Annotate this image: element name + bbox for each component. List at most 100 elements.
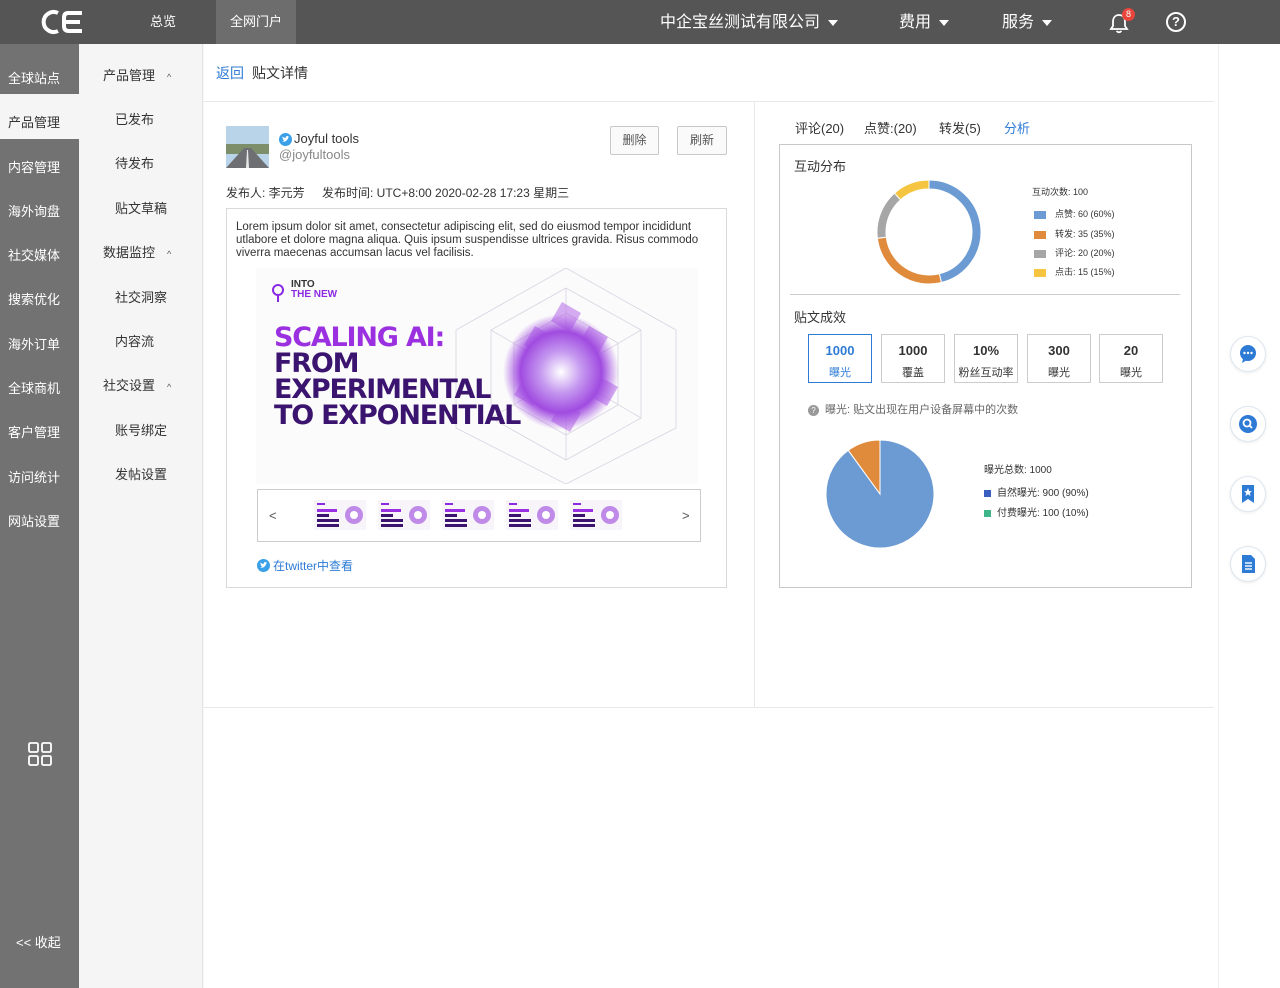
donut-slice — [928, 179, 982, 284]
stat-label: 粉丝互动率 — [958, 367, 1014, 379]
sidebar-item-product-management[interactable]: 产品管理 — [0, 94, 79, 139]
floating-toolbar — [1218, 44, 1280, 988]
search-icon — [1239, 415, 1257, 433]
chat-button[interactable] — [1230, 336, 1266, 372]
sidebar-item-global-sites[interactable]: 全球站点 — [0, 50, 79, 94]
tab-comments[interactable]: 评论(20) — [795, 118, 844, 137]
sub-item-drafts[interactable]: 贴文草稿 — [115, 198, 167, 217]
thumbnail-image — [445, 503, 491, 527]
legend-label: 付费曝光: 100 (10%) — [997, 508, 1089, 519]
thumbnail[interactable] — [570, 500, 622, 530]
twitter-icon — [279, 133, 292, 146]
document-button[interactable] — [1230, 546, 1266, 582]
sidebar-sub: 产品管理 ^ 已发布 待发布 贴文草稿 数据监控 ^ 社交洞察 内容流 社交设置 ^ … — [79, 44, 203, 988]
interaction-title: 互动分布 — [794, 159, 847, 174]
account-handle: @joyfultools — [279, 147, 351, 162]
tab-shares[interactable]: 转发(5) — [939, 118, 981, 137]
search-button[interactable] — [1230, 406, 1266, 442]
thumbnail[interactable] — [314, 500, 366, 530]
thumb-next-button[interactable]: > — [682, 508, 690, 523]
chevron-down-icon — [1042, 19, 1053, 26]
thumbnail-image — [317, 503, 363, 527]
sub-item-account-binding[interactable]: 账号绑定 — [115, 420, 167, 439]
collapse-sidebar-button[interactable]: << 收起 — [16, 932, 61, 951]
legend-swatch — [984, 509, 991, 517]
sub-item-published[interactable]: 已发布 — [115, 109, 154, 128]
tab-overview[interactable]: 总览 — [130, 0, 196, 44]
ce-logo-icon[interactable] — [38, 8, 88, 36]
banner-tag-line: THE NEW — [291, 289, 338, 300]
sidebar-item-content-management[interactable]: 内容管理 — [0, 139, 79, 183]
services-menu[interactable]: 服务 — [1002, 0, 1053, 44]
sidebar-item-site-settings[interactable]: 网站设置 — [0, 493, 79, 537]
tab-web-portal[interactable]: 全网门户 — [216, 0, 296, 44]
sidebar-item-customers[interactable]: 客户管理 — [0, 404, 79, 448]
tab-likes[interactable]: 点赞:(20) — [864, 118, 917, 137]
sidebar-item-orders[interactable]: 海外订单 — [0, 316, 79, 360]
exposure-total: 曝光总数: 1000 — [984, 465, 1052, 476]
refresh-button[interactable]: 刷新 — [677, 126, 727, 155]
banner-headline: SCALING AI: FROM EXPERIMENTAL TO EXPONEN… — [274, 324, 521, 431]
note-text: 曝光: 贴文出现在用户设备屏幕中的次数 — [825, 404, 1019, 416]
thumbnail-carousel: < > — [257, 489, 701, 542]
divider — [204, 101, 1214, 102]
thumbnail[interactable] — [442, 500, 494, 530]
top-bar: 总览 全网门户 中企宝丝测试有限公司 费用 服务 8 ? — [0, 0, 1280, 44]
sub-group-data-monitoring[interactable]: 数据监控 ^ — [103, 242, 171, 261]
sub-group-social-settings[interactable]: 社交设置 ^ — [103, 375, 171, 394]
donut-slice — [876, 236, 943, 285]
tab-analysis[interactable]: 分析 — [1004, 118, 1030, 137]
post-text: Lorem ipsum dolor sit amet, consectetur … — [236, 221, 699, 259]
thumbnail[interactable] — [506, 500, 558, 530]
sidebar-item-seo[interactable]: 搜索优化 — [0, 271, 79, 315]
view-on-twitter-link[interactable]: 在twitter中查看 — [257, 557, 353, 574]
sub-item-pending[interactable]: 待发布 — [115, 153, 154, 172]
company-select[interactable]: 中企宝丝测试有限公司 — [660, 0, 839, 44]
page-title: 贴文详情 — [252, 65, 308, 81]
sidebar-item-inquiries[interactable]: 海外询盘 — [0, 183, 79, 227]
banner-headline-line: TO EXPONENTIAL — [274, 400, 521, 431]
sidebar-item-opportunities[interactable]: 全球商机 — [0, 360, 79, 404]
thumbnail[interactable] — [378, 500, 430, 530]
stat-value: 20 — [1123, 343, 1139, 358]
help-icon[interactable]: ? — [1166, 12, 1186, 32]
legend-swatch — [1034, 249, 1046, 258]
stat-card-metric-4[interactable]: 300 曝光 — [1027, 334, 1091, 383]
stat-card-engagement-rate[interactable]: 10% 粉丝互动率 — [954, 334, 1018, 383]
sidebar-item-social-media[interactable]: 社交媒体 — [0, 227, 79, 271]
twitter-link-label: 在twitter中查看 — [273, 559, 354, 573]
divider — [204, 707, 1214, 708]
back-link[interactable]: 返回 — [216, 65, 244, 81]
divider — [790, 294, 1180, 295]
sub-group-label: 社交设置 — [103, 378, 156, 393]
post-image[interactable]: INTO THE NEW SCALING AI: FROM EXPERIMENT… — [256, 268, 698, 484]
sub-item-post-settings[interactable]: 发帖设置 — [115, 464, 167, 483]
chevron-up-icon: ^ — [167, 249, 172, 259]
services-label: 服务 — [1002, 14, 1035, 31]
account-avatar — [226, 126, 269, 168]
banner-tag: INTO THE NEW — [291, 280, 337, 300]
stat-label: 曝光 — [1120, 367, 1142, 379]
stat-label: 覆盖 — [902, 367, 924, 379]
sub-item-social-insights[interactable]: 社交洞察 — [115, 287, 167, 306]
chevron-down-icon — [939, 19, 950, 26]
company-name: 中企宝丝测试有限公司 — [660, 14, 821, 31]
thumb-prev-button[interactable]: < — [269, 508, 277, 523]
delete-button[interactable]: 删除 — [610, 126, 659, 155]
stat-card-impressions[interactable]: 1000 曝光 — [808, 334, 872, 383]
fees-label: 费用 — [899, 14, 932, 31]
sidebar-item-visit-stats[interactable]: 访问统计 — [0, 449, 79, 493]
grid-apps-icon[interactable] — [28, 742, 52, 766]
interaction-total: 互动次数: 100 — [1032, 187, 1089, 197]
thumbnail-image — [381, 503, 427, 527]
bookmark-button[interactable] — [1230, 476, 1266, 512]
stat-card-reach[interactable]: 1000 覆盖 — [881, 334, 945, 383]
sub-group-product-management[interactable]: 产品管理 ^ — [103, 65, 171, 84]
interaction-donut-chart — [876, 179, 982, 285]
account-name: Joyful tools — [294, 131, 360, 146]
stat-card-metric-5[interactable]: 20 曝光 — [1099, 334, 1163, 383]
sub-item-content-stream[interactable]: 内容流 — [115, 331, 154, 350]
fees-menu[interactable]: 费用 — [899, 0, 950, 44]
exposure-pie-chart — [825, 439, 935, 549]
bookmark-star-icon — [1242, 485, 1254, 503]
